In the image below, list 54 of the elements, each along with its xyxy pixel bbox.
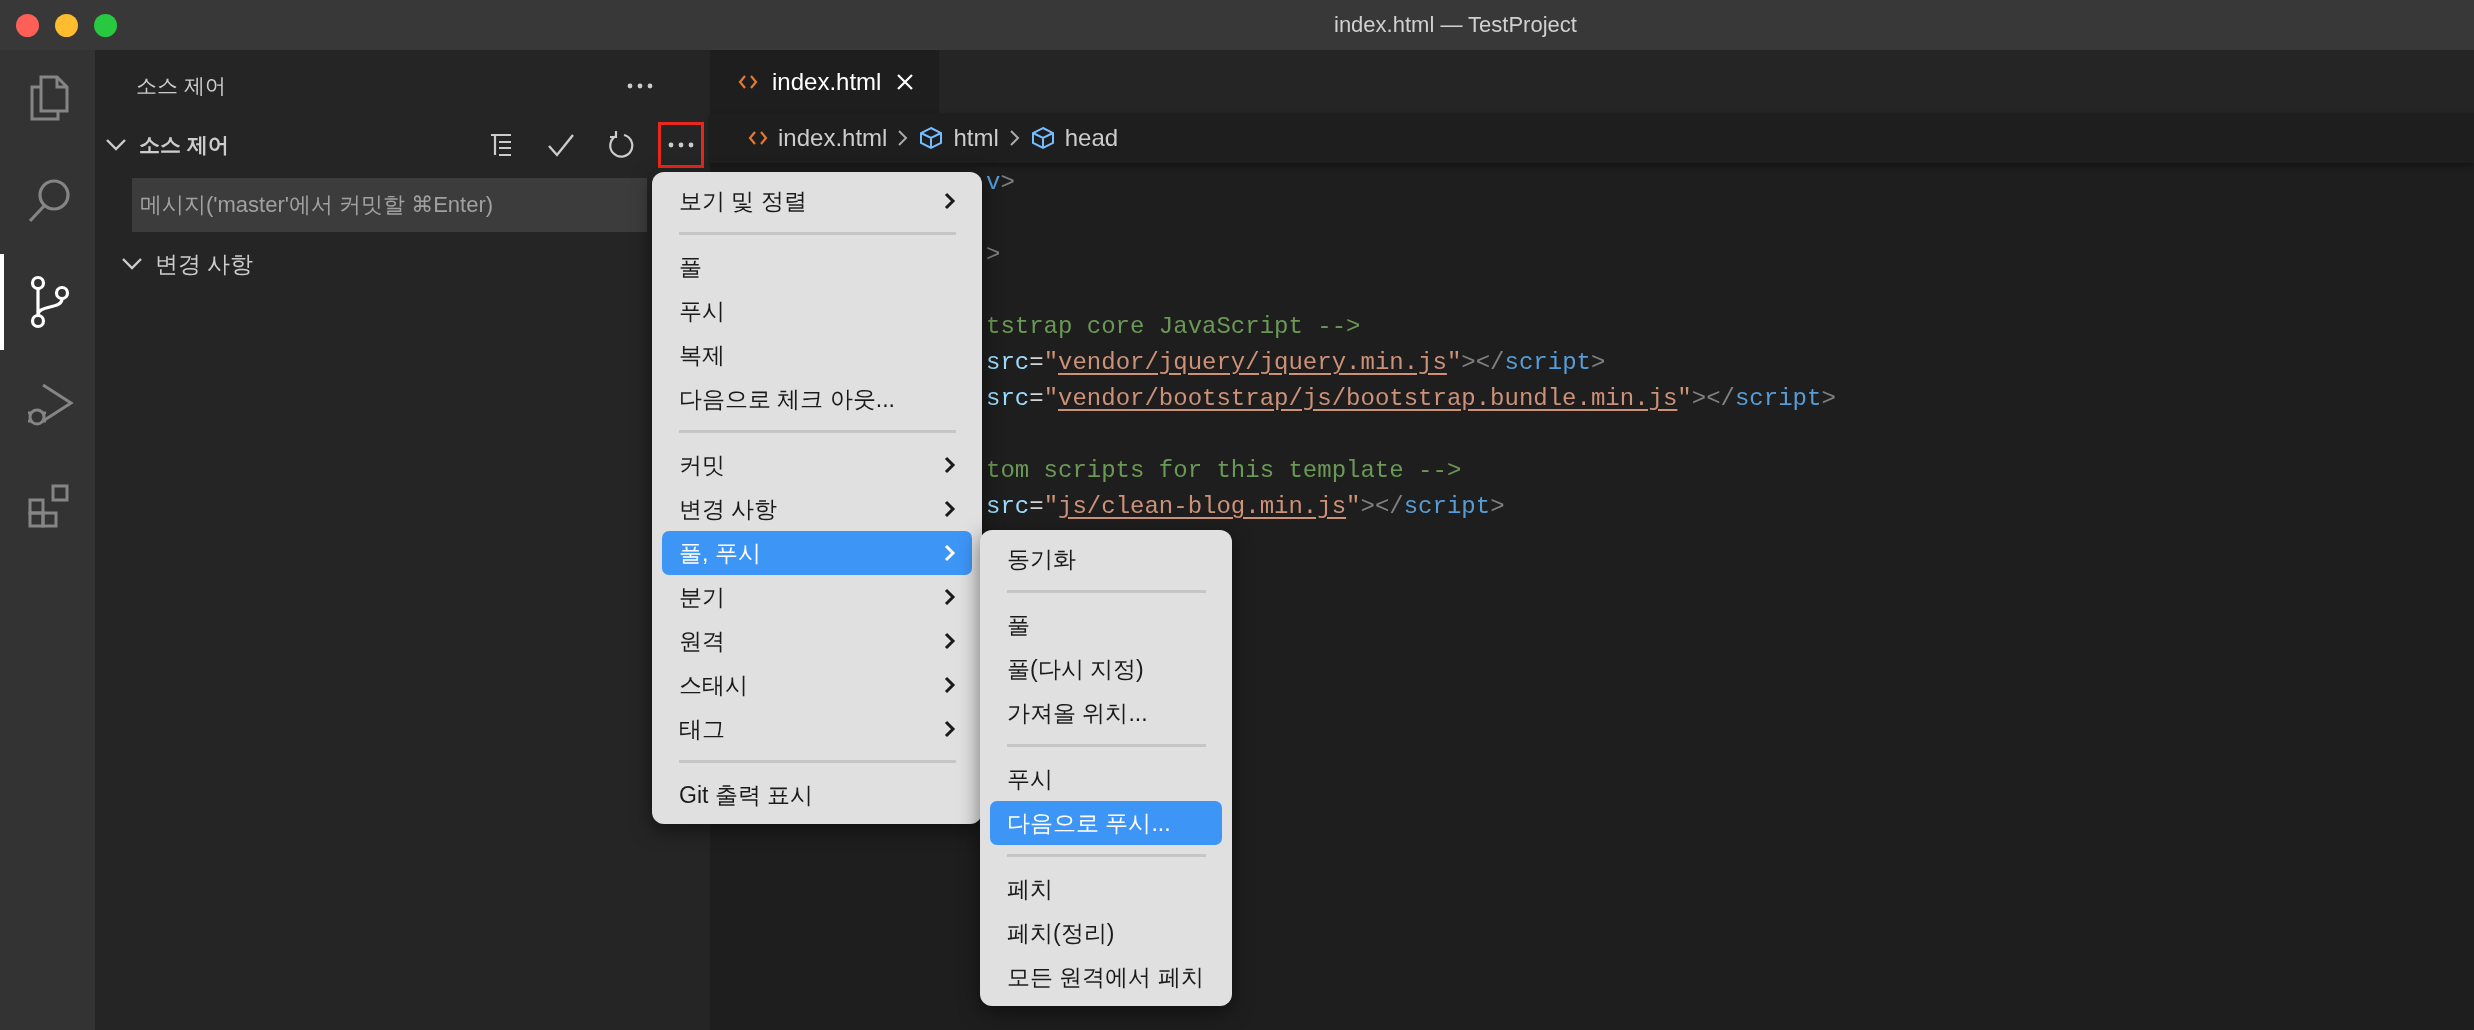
chevron-right-icon: [897, 128, 910, 148]
code-line: src="vendor/jquery/jquery.min.js"></script>: [986, 348, 1606, 378]
tree-list-icon: [488, 132, 514, 158]
minimize-window-button[interactable]: [55, 13, 78, 37]
menu-item[interactable]: 변경 사항: [662, 487, 972, 531]
menu-item[interactable]: 스태시: [662, 663, 972, 707]
section-title: 소스 제어: [139, 132, 230, 158]
code-line: tstrap core JavaScript -->: [986, 312, 1361, 342]
sidebar-title: 소스 제어: [136, 73, 226, 99]
menu-item[interactable]: 풀(다시 지정): [990, 647, 1222, 691]
more-icon: [667, 141, 695, 149]
menu-item[interactable]: 분기: [662, 575, 972, 619]
html-file-icon: [738, 73, 758, 90]
code-line: src="vendor/bootstrap/js/bootstrap.bundle.min.js"></script>: [986, 384, 1836, 414]
cube-icon: [1030, 126, 1055, 150]
menu-item[interactable]: 가져올 위치...: [990, 691, 1222, 735]
chevron-icon[interactable]: [121, 257, 143, 271]
breadcrumb-item[interactable]: index.html: [778, 124, 888, 152]
check-icon: [547, 132, 575, 158]
cube-icon: [919, 126, 944, 150]
code-line: >: [986, 240, 1001, 270]
menu-item[interactable]: 보기 및 정렬: [662, 179, 972, 223]
menu-item[interactable]: 페치: [990, 867, 1222, 911]
chevron-right-icon: [1008, 128, 1021, 148]
window-title: index.html — TestProject: [1334, 12, 1577, 38]
chevron-icon[interactable]: [105, 138, 127, 152]
more-actions-button[interactable]: [658, 122, 704, 168]
close-icon[interactable]: [895, 71, 916, 92]
code-line: tom scripts for this template -->: [986, 456, 1462, 486]
close-window-button[interactable]: [16, 13, 39, 37]
code-line: src="js/clean-blog.min.js"></script>: [986, 492, 1505, 522]
breadcrumb-item[interactable]: head: [1064, 124, 1119, 152]
menu-item[interactable]: 페치(정리): [990, 911, 1222, 955]
menu-item[interactable]: 다음으로 체크 아웃...: [662, 377, 972, 421]
breadcrumb-item[interactable]: html: [953, 124, 999, 152]
menu-item[interactable]: 태그: [662, 707, 972, 751]
editor-tab[interactable]: index.html: [710, 50, 940, 113]
html-file-icon: [748, 130, 768, 146]
menu-item[interactable]: 풀: [662, 245, 972, 289]
code-line: v>: [986, 168, 1015, 198]
group-label[interactable]: 변경 사항: [155, 248, 254, 280]
more-icon[interactable]: [626, 82, 654, 90]
menu-item[interactable]: Git 출력 표시: [662, 773, 972, 817]
commit-message-field[interactable]: 메시지('master'에서 커밋할 ⌘Enter): [132, 178, 647, 232]
menu-item[interactable]: 커밋: [662, 443, 972, 487]
menu-item[interactable]: 푸시: [662, 289, 972, 333]
menu-item[interactable]: 동기화: [990, 537, 1222, 581]
menu-item[interactable]: 원격: [662, 619, 972, 663]
menu-item[interactable]: 풀: [990, 603, 1222, 647]
menu-item[interactable]: 푸시: [990, 757, 1222, 801]
zoom-window-button[interactable]: [94, 13, 117, 37]
refresh-icon: [607, 131, 635, 159]
menu-item[interactable]: 모든 원격에서 페치: [990, 955, 1222, 999]
menu-item[interactable]: 복제: [662, 333, 972, 377]
